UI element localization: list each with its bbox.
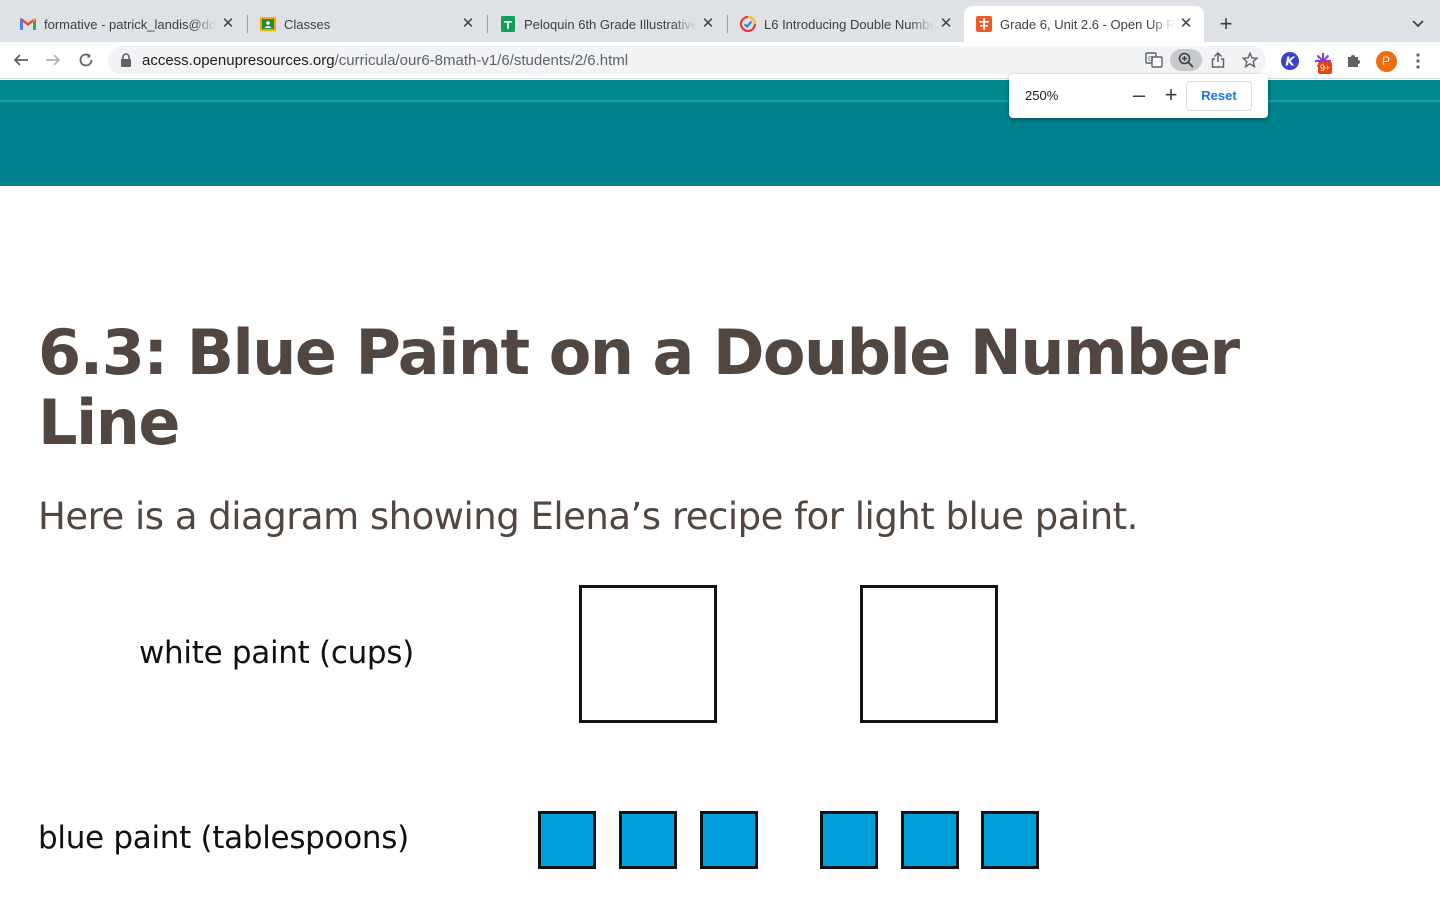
back-arrow-icon[interactable] (9, 48, 33, 72)
blue-paint-square (538, 811, 596, 869)
blue-paint-square (700, 811, 758, 869)
white-paint-label: white paint (cups) (139, 635, 414, 671)
url-text[interactable]: access.openupresources.org/curricula/our… (142, 52, 628, 69)
tab-open-up-resources[interactable]: Grade 6, Unit 2.6 - Open Up Re ✕ (964, 6, 1204, 42)
tab-gmail[interactable]: formative - patrick_landis@dds ✕ (8, 6, 246, 42)
tab-fade (192, 14, 216, 34)
svg-text:G: G (1148, 55, 1153, 63)
extensions-puzzle-icon[interactable] (1343, 50, 1365, 72)
google-sheets-icon (500, 16, 516, 32)
intro-text: Here is a diagram showing Elena’s recipe… (38, 495, 1138, 538)
close-icon[interactable]: ✕ (938, 16, 954, 32)
forward-arrow-icon[interactable] (41, 48, 65, 72)
tab-search-chevron-icon[interactable] (1406, 12, 1430, 36)
tab-fade (1150, 14, 1174, 34)
url-path: /curricula/our6-8math-v1/6/students/2/6.… (334, 52, 629, 69)
formative-icon (740, 16, 756, 32)
google-classroom-icon (260, 16, 276, 32)
tab-title: Classes (284, 16, 331, 32)
gmail-icon (20, 16, 36, 32)
tab-strip: formative - patrick_landis@dds ✕ Classes… (0, 0, 1440, 42)
extension-badge: 9+ (1318, 62, 1333, 74)
close-icon[interactable]: ✕ (460, 16, 476, 32)
profile-avatar[interactable]: P (1375, 50, 1397, 72)
translate-icon[interactable]: G (1142, 49, 1166, 71)
open-up-resources-icon (976, 16, 992, 32)
tab-fade (910, 14, 934, 34)
profile-initial: P (1375, 50, 1397, 72)
zoom-popup: 250% – + Reset (1009, 74, 1268, 118)
blue-paint-label: blue paint (tablespoons) (38, 820, 409, 856)
white-paint-square (579, 585, 717, 723)
zoom-reset-button[interactable]: Reset (1186, 81, 1252, 111)
lock-icon[interactable] (120, 53, 134, 67)
blue-paint-square (901, 811, 959, 869)
tab-sheets[interactable]: Peloquin 6th Grade Illustrative ✕ (488, 6, 726, 42)
reload-icon[interactable] (74, 48, 98, 72)
more-menu-icon[interactable] (1407, 50, 1429, 72)
zoom-out-button[interactable]: – (1128, 84, 1150, 106)
share-icon[interactable] (1206, 49, 1230, 71)
kami-extension-icon[interactable]: K (1279, 50, 1301, 72)
page-title: 6.3: Blue Paint on a Double Number Line (38, 316, 1240, 459)
zoom-magnifier-icon[interactable] (1170, 49, 1202, 71)
white-paint-square (860, 585, 998, 723)
tab-title: Peloquin 6th Grade Illustrative (524, 16, 696, 32)
tab-fade (672, 14, 696, 34)
blue-paint-square (981, 811, 1039, 869)
close-icon[interactable]: ✕ (1178, 16, 1194, 32)
blue-paint-square (820, 811, 878, 869)
zoom-level: 250% (1025, 88, 1059, 103)
new-tab-button[interactable]: + (1214, 12, 1238, 36)
tab-title: formative - patrick_landis@dds (44, 16, 216, 32)
tab-title: Grade 6, Unit 2.6 - Open Up Re (1000, 16, 1174, 32)
close-icon[interactable]: ✕ (700, 16, 716, 32)
url-domain: access.openupresources.org (142, 52, 335, 69)
tab-formative[interactable]: L6 Introducing Double Number ✕ (728, 6, 964, 42)
blue-paint-square (619, 811, 677, 869)
tab-title: L6 Introducing Double Number (764, 16, 934, 32)
bookmark-star-icon[interactable] (1238, 49, 1262, 71)
close-icon[interactable]: ✕ (220, 16, 236, 32)
tab-classes[interactable]: Classes ✕ (248, 6, 486, 42)
zoom-in-button[interactable]: + (1160, 84, 1182, 106)
address-bar[interactable]: access.openupresources.org/curricula/our… (108, 46, 1266, 75)
